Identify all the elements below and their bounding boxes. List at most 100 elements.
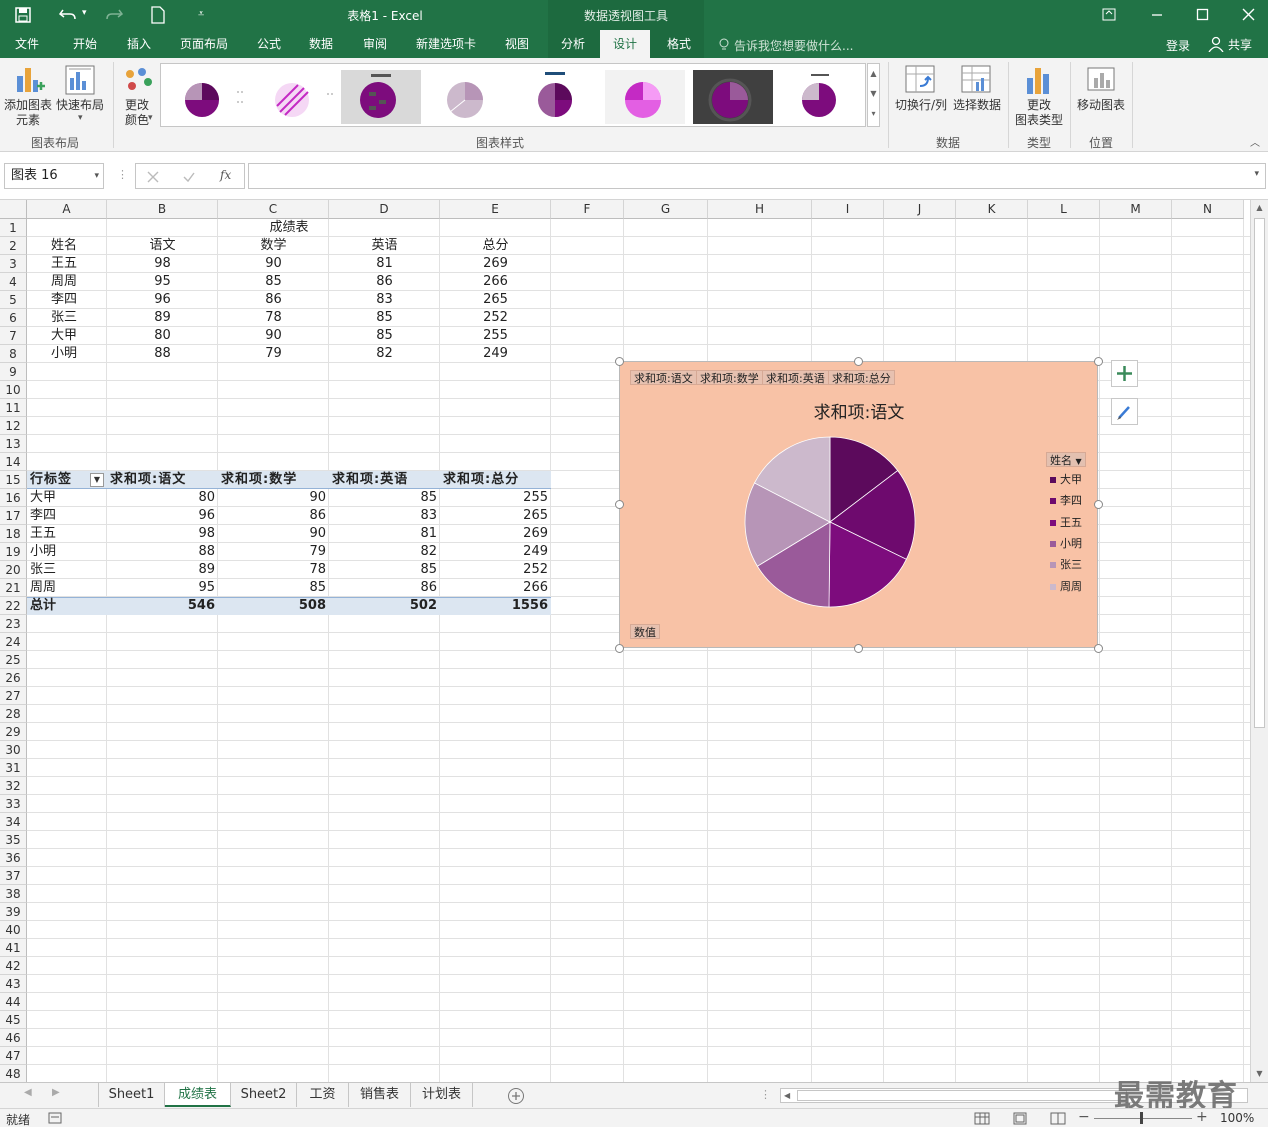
- row-header[interactable]: 2: [0, 237, 27, 255]
- column-header[interactable]: K: [956, 200, 1028, 219]
- column-header[interactable]: C: [218, 200, 329, 219]
- tab-design[interactable]: 设计: [600, 30, 650, 58]
- zoom-out-icon[interactable]: −: [1078, 1109, 1090, 1125]
- macro-record-icon[interactable]: [48, 1112, 62, 1125]
- row-header[interactable]: 30: [0, 741, 27, 759]
- resize-handle-t[interactable]: [854, 357, 863, 366]
- column-header[interactable]: L: [1028, 200, 1100, 219]
- row-header[interactable]: 43: [0, 975, 27, 993]
- tab-format[interactable]: 格式: [656, 30, 702, 58]
- chart-style-6[interactable]: [605, 70, 685, 124]
- row-header[interactable]: 46: [0, 1029, 27, 1047]
- row-header[interactable]: 40: [0, 921, 27, 939]
- enter-check-icon[interactable]: [182, 170, 196, 184]
- row-header[interactable]: 41: [0, 939, 27, 957]
- next-sheet-icon[interactable]: ▶: [52, 1087, 60, 1098]
- row-header[interactable]: 25: [0, 651, 27, 669]
- maximize-icon[interactable]: [1196, 8, 1209, 21]
- row-header[interactable]: 48: [0, 1065, 27, 1082]
- column-header[interactable]: M: [1100, 200, 1172, 219]
- column-header[interactable]: I: [812, 200, 884, 219]
- sheet-tab-scores[interactable]: 成绩表: [165, 1083, 231, 1107]
- chart-style-2[interactable]: [255, 70, 335, 124]
- row-header[interactable]: 27: [0, 687, 27, 705]
- field-button-math[interactable]: 求和项:数学: [696, 370, 763, 385]
- chart-style-1[interactable]: [165, 70, 245, 124]
- redo-icon[interactable]: [104, 6, 124, 24]
- chart-style-gallery[interactable]: [160, 63, 866, 127]
- sheet-tab-salary[interactable]: 工资: [297, 1083, 349, 1107]
- row-header[interactable]: 22: [0, 597, 27, 615]
- pie-plot[interactable]: [740, 432, 920, 612]
- resize-handle-bl[interactable]: [615, 644, 624, 653]
- zoom-level[interactable]: 100%: [1220, 1111, 1254, 1125]
- select-data-label[interactable]: 选择数据: [950, 98, 1004, 113]
- row-header[interactable]: 9: [0, 363, 27, 381]
- row-header[interactable]: 1: [0, 219, 27, 237]
- row-header[interactable]: 19: [0, 543, 27, 561]
- row-header[interactable]: 20: [0, 561, 27, 579]
- row-header[interactable]: 8: [0, 345, 27, 363]
- resize-handle-r[interactable]: [1094, 500, 1103, 509]
- row-header[interactable]: 7: [0, 327, 27, 345]
- legend-item[interactable]: 王五: [1050, 515, 1082, 530]
- change-colors-icon[interactable]: [122, 66, 154, 96]
- row-header[interactable]: 47: [0, 1047, 27, 1065]
- add-element-label[interactable]: 添加图表: [2, 98, 54, 113]
- horizontal-scroll-thumb[interactable]: [797, 1090, 1127, 1101]
- customize-icon[interactable]: ⩡: [198, 7, 204, 21]
- chart-styles-button[interactable]: [1111, 398, 1138, 425]
- vertical-scroll-thumb[interactable]: [1254, 218, 1265, 728]
- resize-handle-tl[interactable]: [615, 357, 624, 366]
- sheet-tab-plan[interactable]: 计划表: [411, 1083, 473, 1107]
- row-header[interactable]: 38: [0, 885, 27, 903]
- column-header[interactable]: B: [107, 200, 218, 219]
- name-box[interactable]: 图表 16 ▾: [4, 163, 104, 189]
- chart-style-8[interactable]: [781, 70, 861, 124]
- column-header[interactable]: A: [27, 200, 107, 219]
- select-all-corner[interactable]: [0, 200, 27, 219]
- add-element-label-2[interactable]: 元素: [2, 113, 54, 128]
- tab-insert[interactable]: 插入: [116, 30, 162, 58]
- zoom-in-icon[interactable]: +: [1196, 1109, 1208, 1125]
- tab-new[interactable]: 新建选项卡: [406, 30, 486, 58]
- gallery-more-icon[interactable]: ▾: [868, 104, 879, 124]
- zoom-slider[interactable]: [1094, 1118, 1192, 1119]
- gallery-scroll[interactable]: ▲ ▼ ▾: [867, 63, 880, 127]
- tab-data[interactable]: 数据: [298, 30, 344, 58]
- close-icon[interactable]: [1242, 8, 1255, 21]
- select-data-icon[interactable]: [960, 64, 992, 96]
- row-header[interactable]: 13: [0, 435, 27, 453]
- tab-formulas[interactable]: 公式: [246, 30, 292, 58]
- legend-item[interactable]: 张三: [1050, 557, 1082, 572]
- row-header[interactable]: 28: [0, 705, 27, 723]
- row-header[interactable]: 16: [0, 489, 27, 507]
- quick-layout-icon[interactable]: [64, 64, 96, 96]
- page-break-view-icon[interactable]: [1050, 1112, 1066, 1125]
- switch-row-col-label[interactable]: 切换行/列: [892, 98, 950, 113]
- switch-row-column-icon[interactable]: [904, 64, 936, 96]
- resize-handle-l[interactable]: [615, 500, 624, 509]
- legend-filter-button[interactable]: 姓名 ▼: [1046, 452, 1086, 467]
- gallery-down-icon[interactable]: ▼: [868, 84, 879, 104]
- column-header[interactable]: H: [708, 200, 812, 219]
- name-box-dropdown-icon[interactable]: ▾: [94, 164, 99, 188]
- legend-item[interactable]: 大甲: [1050, 472, 1082, 487]
- column-header[interactable]: D: [329, 200, 440, 219]
- row-label-filter-icon[interactable]: ▼: [90, 473, 104, 487]
- row-header[interactable]: 39: [0, 903, 27, 921]
- chart-style-5[interactable]: [515, 70, 595, 124]
- field-button-total[interactable]: 求和项:总分: [828, 370, 895, 385]
- row-header[interactable]: 32: [0, 777, 27, 795]
- formula-input[interactable]: ▾: [248, 163, 1266, 189]
- save-icon[interactable]: [14, 6, 32, 24]
- scroll-down-icon[interactable]: ▼: [1251, 1066, 1268, 1082]
- row-header[interactable]: 18: [0, 525, 27, 543]
- change-color-dropdown-icon[interactable]: ▾: [148, 113, 153, 123]
- normal-view-icon[interactable]: [974, 1112, 990, 1125]
- row-header[interactable]: 14: [0, 453, 27, 471]
- row-header[interactable]: 35: [0, 831, 27, 849]
- row-header[interactable]: 26: [0, 669, 27, 687]
- row-header[interactable]: 36: [0, 849, 27, 867]
- split-grip-icon[interactable]: ⋮: [760, 1088, 771, 1101]
